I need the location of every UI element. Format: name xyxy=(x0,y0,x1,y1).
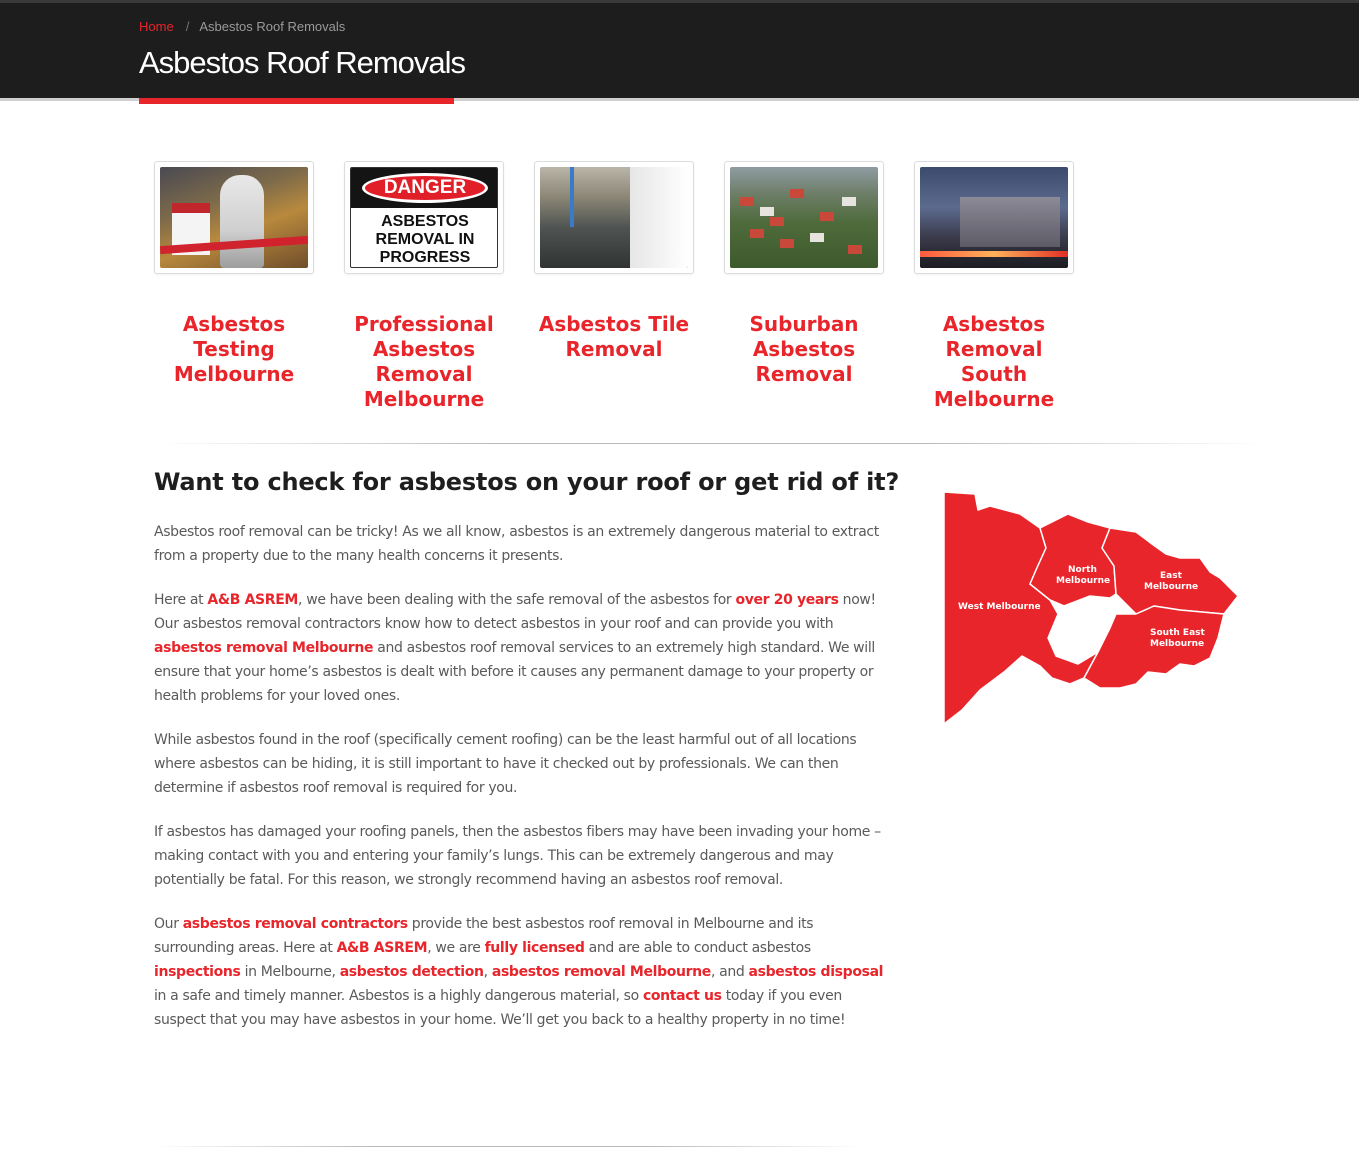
link-contact-us[interactable]: contact us xyxy=(643,988,722,1004)
link-experience[interactable]: over 20 years xyxy=(735,592,838,608)
map-label-east-1: East xyxy=(1160,571,1183,581)
map-label-north-1: North xyxy=(1068,565,1097,575)
link-removal-contractors[interactable]: asbestos removal contractors xyxy=(183,916,408,932)
breadcrumb-separator: / xyxy=(185,19,190,34)
link-asbestos-detection[interactable]: asbestos detection xyxy=(340,964,484,980)
tile-thumbnail[interactable] xyxy=(534,161,694,274)
title-accent-underline xyxy=(139,98,454,104)
service-tile-south-melbourne[interactable]: Asbestos Removal South Melbourne xyxy=(914,161,1074,412)
tile-caption[interactable]: Asbestos Removal South Melbourne xyxy=(914,312,1074,412)
danger-sign-photo[interactable]: DANGER ASBESTOS REMOVAL IN PROGRESS xyxy=(350,167,498,268)
page-header: Home / Asbestos Roof Removals Asbestos Roo… xyxy=(0,0,1359,104)
paragraph-intro: Asbestos roof removal can be tricky! As … xyxy=(154,524,879,564)
south-melbourne-building-photo[interactable] xyxy=(920,167,1068,268)
map-label-west: West Melbourne xyxy=(958,602,1041,612)
service-tile-suburban-removal[interactable]: Suburban Asbestos Removal xyxy=(724,161,884,387)
map-label-southeast-2: Melbourne xyxy=(1150,639,1204,649)
breadcrumb-current: Asbestos Roof Removals xyxy=(199,19,346,34)
service-tile-asbestos-testing[interactable]: Asbestos Testing Melbourne xyxy=(154,161,314,387)
link-fully-licensed[interactable]: fully licensed xyxy=(485,940,585,956)
paragraph-about: Here at A&B ASREM, we have been dealing … xyxy=(154,592,876,704)
section-divider xyxy=(154,443,1264,444)
danger-sign-message: ASBESTOS REMOVAL IN PROGRESS xyxy=(375,213,475,266)
map-region-north xyxy=(1029,513,1117,607)
link-asbestos-removal-melbourne[interactable]: asbestos removal Melbourne xyxy=(492,964,711,980)
service-tile-tile-removal[interactable]: Asbestos Tile Removal xyxy=(534,161,694,362)
breadcrumb: Home / Asbestos Roof Removals xyxy=(139,19,345,34)
link-company[interactable]: A&B ASREM xyxy=(337,940,428,956)
link-asbestos-disposal[interactable]: asbestos disposal xyxy=(749,964,884,980)
paragraph-cement-roofing: While asbestos found in the roof (specif… xyxy=(154,732,857,796)
tile-thumbnail[interactable]: DANGER ASBESTOS REMOVAL IN PROGRESS xyxy=(344,161,504,274)
tile-caption[interactable]: Suburban Asbestos Removal xyxy=(724,312,884,387)
danger-sign-label: DANGER xyxy=(362,173,488,203)
paragraph-damage: If asbestos has damaged your roofing pan… xyxy=(154,824,881,888)
link-asbestos-removal-melbourne[interactable]: asbestos removal Melbourne xyxy=(154,640,373,656)
melbourne-region-map: West Melbourne North Melbourne East Melb… xyxy=(940,488,1245,733)
tile-caption[interactable]: Asbestos Tile Removal xyxy=(534,312,694,362)
paragraph-services: Our asbestos removal contractors provide… xyxy=(154,916,884,1028)
tile-thumbnail[interactable] xyxy=(154,161,314,274)
tile-thumbnail[interactable] xyxy=(914,161,1074,274)
footer-divider xyxy=(154,1146,864,1147)
article-body: Asbestos roof removal can be tricky! As … xyxy=(154,520,889,1052)
map-label-east-2: Melbourne xyxy=(1144,582,1198,592)
link-inspections[interactable]: inspections xyxy=(154,964,241,980)
tile-caption[interactable]: Professional Asbestos Removal Melbourne xyxy=(344,312,504,412)
section-heading: Want to check for asbestos on your roof … xyxy=(154,468,900,496)
asbestos-testing-photo[interactable] xyxy=(160,167,308,268)
tile-caption[interactable]: Asbestos Testing Melbourne xyxy=(154,312,314,387)
link-company[interactable]: A&B ASREM xyxy=(207,592,298,608)
tile-thumbnail[interactable] xyxy=(724,161,884,274)
map-label-north-2: Melbourne xyxy=(1056,576,1110,586)
suburb-aerial-photo[interactable] xyxy=(730,167,878,268)
breadcrumb-home-link[interactable]: Home xyxy=(139,19,174,34)
page-title: Asbestos Roof Removals xyxy=(139,45,466,80)
service-tile-professional-removal[interactable]: DANGER ASBESTOS REMOVAL IN PROGRESS Prof… xyxy=(344,161,504,412)
map-label-southeast-1: South East xyxy=(1150,628,1205,638)
tile-floor-photo[interactable] xyxy=(540,167,688,268)
